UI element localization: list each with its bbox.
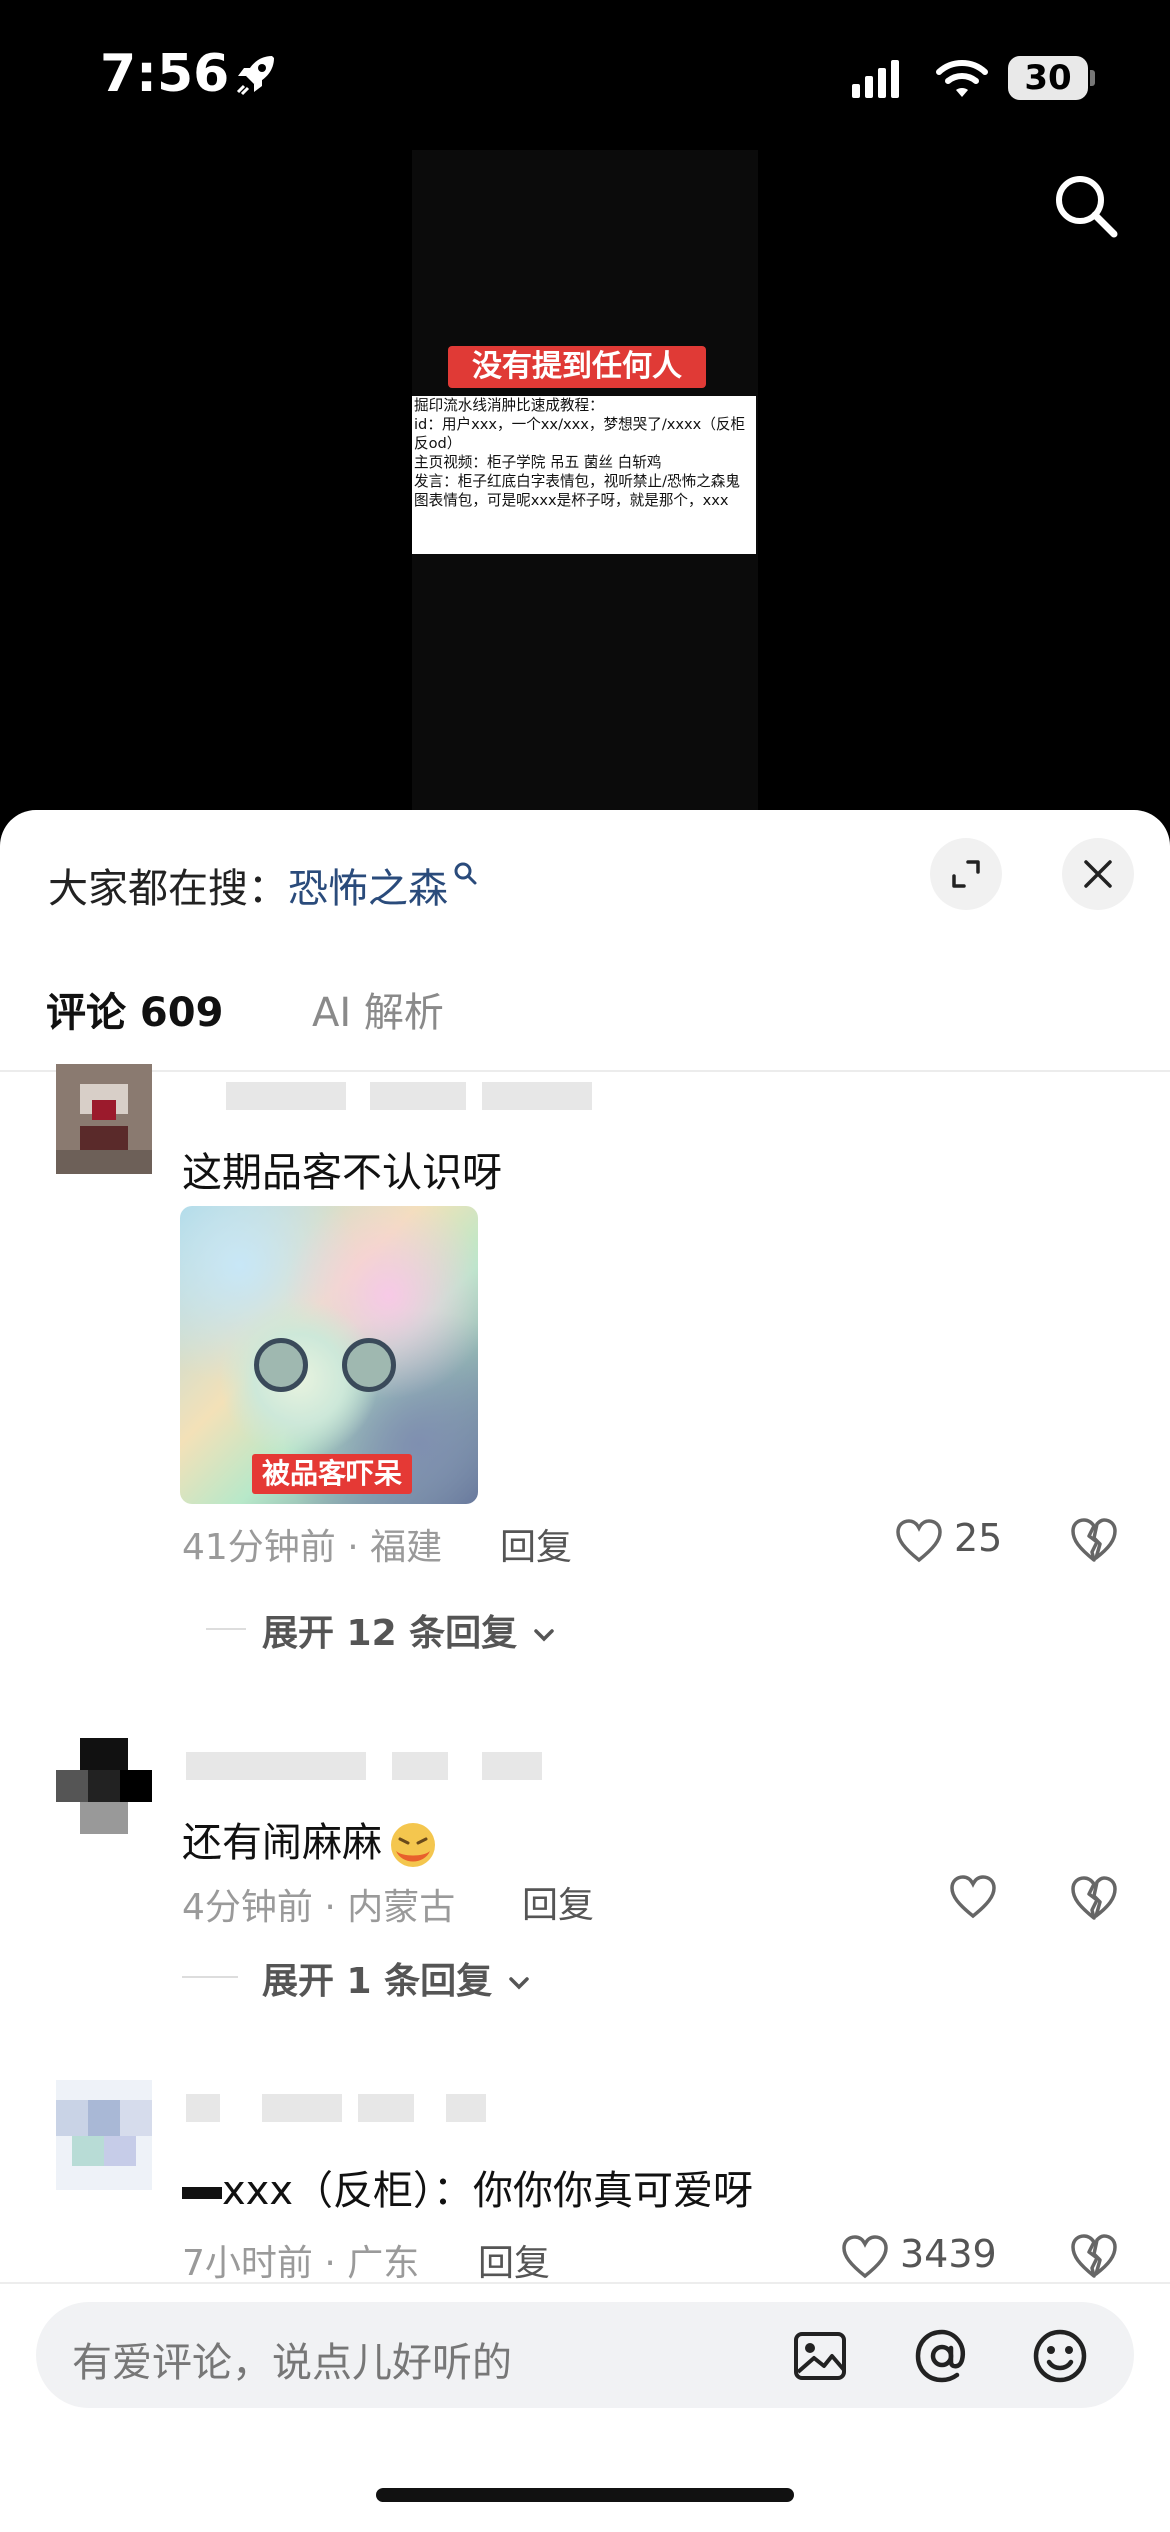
emoji-icon (391, 1823, 435, 1867)
comment-text-content: 还有闹麻麻 (182, 1820, 382, 1866)
search-suggestion[interactable]: 大家都在搜：恐怖之森 (48, 856, 478, 914)
battery-indicator: 30 (1008, 56, 1088, 100)
close-icon (1084, 860, 1112, 888)
comment-text-content: xxx（反柜）：你你你真可爱呀 (222, 2168, 754, 2214)
tab-ai-analysis[interactable]: AI 解析 (312, 980, 444, 1038)
wifi-icon (936, 60, 988, 97)
comment-input-placeholder: 有爱评论，说点儿好听的 (72, 2340, 512, 2386)
heart-icon (842, 2235, 888, 2279)
video-note-line: 掘印流水线消肿比速成教程： (414, 397, 604, 414)
chevron-down-icon (508, 1977, 529, 1990)
comment-text: 这期品客不认识呀 (182, 1150, 502, 1196)
comment-meta: 4分钟前 · 内蒙古 (182, 1887, 456, 1928)
like-count: 3439 (900, 2232, 997, 2276)
video-note: 掘印流水线消肿比速成教程： id：用户xxx，一个xx/xxx，梦想哭了/xxx… (412, 396, 756, 554)
at-icon[interactable] (912, 2326, 972, 2386)
comment-input[interactable]: 有爱评论，说点儿好听的 (36, 2302, 1134, 2408)
status-time: 7:56 (100, 44, 230, 104)
username-blurred[interactable] (182, 2094, 612, 2128)
comment-text: 还有闹麻麻 (182, 1810, 440, 1869)
tab-comments[interactable]: 评论 609 (46, 980, 223, 1038)
expand-divider (206, 1628, 246, 1630)
home-indicator[interactable] (376, 2488, 794, 2502)
expand-replies-button[interactable]: 展开 12 条回复 (262, 1604, 558, 1656)
battery-tip (1090, 70, 1095, 86)
chevron-down-icon (533, 1629, 554, 1642)
video-note-line: id：用户xxx，一个xx/xxx，梦想哭了/xxxx（反柜反od） (414, 416, 746, 452)
like-button[interactable]: 25 (894, 1512, 1014, 1572)
search-icon[interactable] (1050, 170, 1120, 240)
image-icon[interactable] (790, 2326, 850, 2386)
reply-button[interactable]: 回复 (500, 1518, 572, 1570)
heart-icon (950, 1875, 996, 1919)
expand-button[interactable] (930, 838, 1002, 910)
expand-replies-button[interactable]: 展开 1 条回复 (262, 1952, 533, 2004)
emoji-icon[interactable] (1030, 2326, 1090, 2386)
search-icon (454, 862, 477, 885)
comment-meta: 41分钟前 · 福建 (182, 1527, 443, 1568)
sticker-eye (342, 1338, 396, 1392)
broken-heart-icon[interactable] (1068, 2230, 1120, 2282)
sticker-caption: 被品客吓呆 (252, 1454, 413, 1494)
search-suggestion-prefix: 大家都在搜： (48, 866, 288, 912)
avatar[interactable] (56, 1064, 152, 1174)
expand-icon (952, 860, 980, 888)
expand-replies-label: 展开 12 条回复 (262, 1613, 518, 1654)
signal-icon (852, 60, 904, 98)
heart-icon (896, 1519, 942, 1563)
expand-replies-label: 展开 1 条回复 (262, 1961, 493, 2002)
broken-heart-icon[interactable] (1068, 1514, 1120, 1566)
avatar[interactable] (56, 1738, 152, 1834)
comment-item: 还有闹麻麻 4分钟前 · 内蒙古 (0, 1738, 1170, 1998)
like-count: 25 (954, 1516, 1003, 1560)
close-button[interactable] (1062, 838, 1134, 910)
comment-sheet: 大家都在搜：恐怖之森 评论 609 AI 解析 这期品客不认识呀 被品客吓呆 4… (0, 810, 1170, 2532)
broken-heart-icon[interactable] (1068, 1872, 1120, 1924)
like-button[interactable]: 3439 (840, 2228, 1020, 2288)
video-note-line: 主页视频：柜子学院 吊五 菌丝 白斩鸡 (414, 454, 662, 471)
video-banner: 没有提到任何人 (448, 346, 706, 388)
username-blurred[interactable] (182, 1082, 612, 1116)
video-note-line: 发言：柜子红底白字表情包，视听禁止/恐怖之森鬼图表情包，可是呢xxx是杯子呀，就… (414, 473, 740, 509)
reply-button[interactable]: 回复 (522, 1876, 594, 1928)
comment-sticker-image[interactable]: 被品客吓呆 (180, 1206, 478, 1504)
search-suggestion-keyword[interactable]: 恐怖之森 (288, 866, 448, 912)
reply-button[interactable]: 回复 (478, 2234, 550, 2286)
comment-item: 这期品客不认识呀 被品客吓呆 41分钟前 · 福建 (0, 1064, 1170, 1568)
input-divider (0, 2282, 1170, 2284)
rocket-icon (236, 56, 274, 96)
redacted-mark (182, 2187, 222, 2199)
expand-divider (182, 1976, 238, 1978)
username-blurred[interactable] (182, 1752, 612, 1786)
like-button[interactable] (948, 1872, 1008, 1932)
comment-text: xxx（反柜）：你你你真可爱呀 (182, 2158, 753, 2216)
sticker-eye (254, 1338, 308, 1392)
comment-tabs: 评论 609 AI 解析 (0, 980, 1170, 1070)
avatar[interactable] (56, 2080, 152, 2190)
comment-meta: 7小时前 · 广东 (182, 2243, 420, 2284)
status-bar: 7:56 30 (0, 0, 1170, 150)
